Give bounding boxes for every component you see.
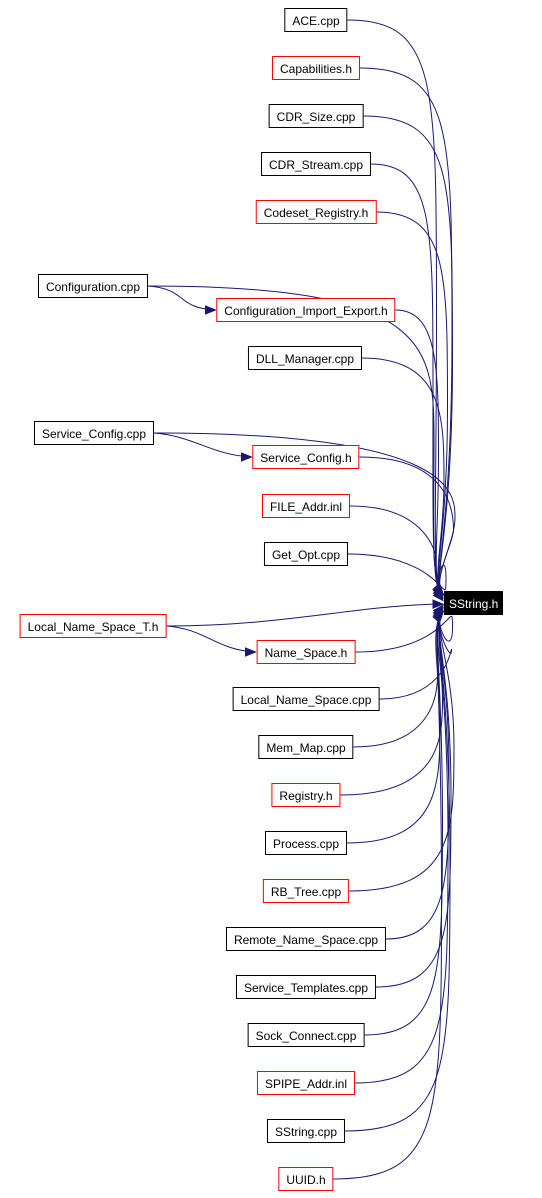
node-dll-manager-cpp[interactable]: DLL_Manager.cpp xyxy=(247,346,363,370)
node-sstring-cpp[interactable]: SString.cpp xyxy=(266,1119,346,1143)
node-uuid-h[interactable]: UUID.h xyxy=(278,1167,334,1191)
edge-sock_connect_cpp-to-sstring_h xyxy=(364,611,444,1036)
edge-get_opt_cpp-to-sstring_h xyxy=(347,553,447,601)
edge-local_name_space_t_h-to-sstring_h xyxy=(166,603,444,627)
arrowhead-icon xyxy=(241,452,253,462)
node-configuration-cpp[interactable]: Configuration.cpp xyxy=(37,274,149,298)
node-cdr-stream-cpp[interactable]: CDR_Stream.cpp xyxy=(260,152,372,176)
node-service-templates-cpp[interactable]: Service_Templates.cpp xyxy=(235,975,377,999)
edge-capabilities_h-to-sstring_h xyxy=(359,67,453,595)
edge-spipe_addr_inl-to-sstring_h xyxy=(354,611,449,1084)
node-service-config-h[interactable]: Service_Config.h xyxy=(252,445,360,469)
node-sstring-h[interactable]: SString.h xyxy=(444,591,504,615)
node-name-space-h[interactable]: Name_Space.h xyxy=(256,640,356,664)
arrowhead-icon xyxy=(205,305,217,315)
node-codeset-registry-h[interactable]: Codeset_Registry.h xyxy=(255,200,377,224)
edge-file_addr_inl-to-sstring_h xyxy=(349,505,444,599)
node-rb-tree-cpp[interactable]: RB_Tree.cpp xyxy=(262,879,350,903)
node-cdr-size-cpp[interactable]: CDR_Size.cpp xyxy=(268,104,364,128)
node-local-name-space-t-h[interactable]: Local_Name_Space_T.h xyxy=(19,614,167,638)
edge-service_config_cpp-to-service_config_h xyxy=(153,432,252,458)
node-process-cpp[interactable]: Process.cpp xyxy=(264,831,348,855)
node-local-name-space-cpp[interactable]: Local_Name_Space.cpp xyxy=(232,687,380,711)
edge-local_name_space_t_h-to-name_space_h xyxy=(166,625,256,653)
edge-service_templates_cpp-to-sstring_h xyxy=(375,611,452,988)
node-service-config-cpp[interactable]: Service_Config.cpp xyxy=(33,421,155,445)
node-file-addr-inl[interactable]: FILE_Addr.inl xyxy=(261,494,351,518)
node-configuration-import-export-h[interactable]: Configuration_Import_Export.h xyxy=(216,298,396,322)
edge-cdr_stream_cpp-to-sstring_h xyxy=(370,163,444,595)
node-spipe-addr-inl[interactable]: SPIPE_Addr.inl xyxy=(256,1071,356,1095)
node-capabilities-h[interactable]: Capabilities.h xyxy=(271,56,361,80)
edge-cdr_size_cpp-to-sstring_h xyxy=(363,115,454,595)
node-mem-map-cpp[interactable]: Mem_Map.cpp xyxy=(258,735,354,759)
edge-process_cpp-to-sstring_h xyxy=(346,611,444,844)
node-sock-connect-cpp[interactable]: Sock_Connect.cpp xyxy=(247,1023,365,1047)
edge-mem_map_cpp-to-sstring_h xyxy=(353,609,444,748)
node-get-opt-cpp[interactable]: Get_Opt.cpp xyxy=(263,542,349,566)
arrowhead-icon xyxy=(245,647,257,657)
node-registry-h[interactable]: Registry.h xyxy=(271,783,341,807)
node-ace-cpp[interactable]: ACE.cpp xyxy=(284,8,348,32)
node-remote-name-space-cpp[interactable]: Remote_Name_Space.cpp xyxy=(225,927,387,951)
